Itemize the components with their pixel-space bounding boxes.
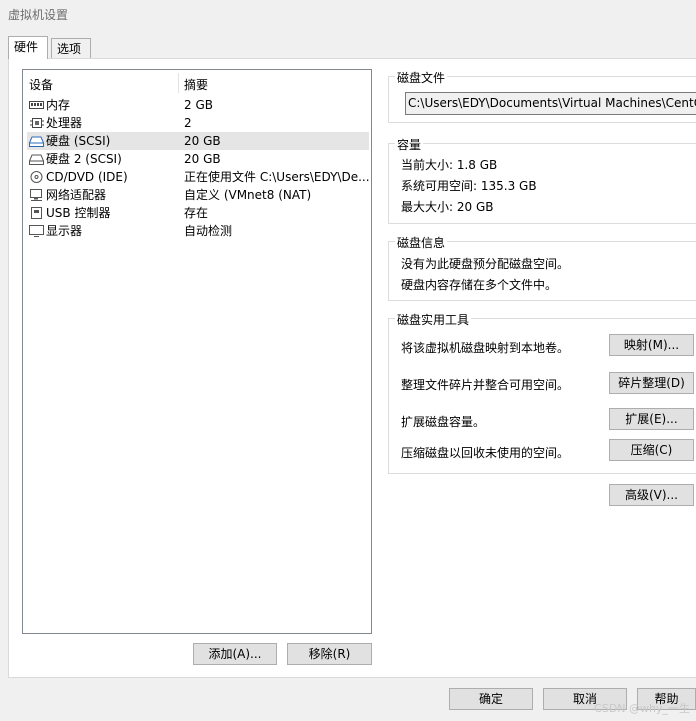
expand-button[interactable]: 扩展(E)... <box>609 408 694 430</box>
network-adapter-icon <box>30 189 42 201</box>
disk-info-group: 磁盘信息 没有为此硬盘预分配磁盘空间。 硬盘内容存储在多个文件中。 <box>388 234 696 301</box>
defrag-description: 整理文件碎片并整合可用空间。 <box>401 378 570 392</box>
device-row-memory[interactable]: 内存 2 GB <box>27 96 369 114</box>
capacity-label: 容量 <box>395 136 424 153</box>
hard-disk-icon <box>29 136 44 147</box>
column-header-summary[interactable]: 摘要 <box>184 76 208 93</box>
device-row-usb-controller[interactable]: USB 控制器 存在 <box>27 204 369 222</box>
device-row-hard-disk-scsi[interactable]: 硬盘 (SCSI) 20 GB <box>27 132 369 150</box>
device-summary: 2 GB <box>184 98 213 112</box>
storage-mode-text: 硬盘内容存储在多个文件中。 <box>401 278 558 292</box>
available-space-text: 系统可用空间: 135.3 GB <box>401 179 537 193</box>
column-header-device[interactable]: 设备 <box>29 76 53 93</box>
capacity-group: 容量 当前大小: 1.8 GB 系统可用空间: 135.3 GB 最大大小: 2… <box>388 136 696 224</box>
device-summary: 自定义 (VMnet8 (NAT) <box>184 188 312 202</box>
expand-description: 扩展磁盘容量。 <box>401 415 486 429</box>
processor-icon <box>30 118 44 128</box>
display-icon <box>29 225 44 237</box>
device-row-display[interactable]: 显示器 自动检测 <box>27 222 369 240</box>
disk-file-group: 磁盘文件 C:\Users\EDY\Documents\Virtual Mach… <box>388 69 696 123</box>
disk-info-label: 磁盘信息 <box>395 234 448 251</box>
device-name: CD/DVD (IDE) <box>46 170 128 184</box>
device-row-network-adapter[interactable]: 网络适配器 自定义 (VMnet8 (NAT) <box>27 186 369 204</box>
tab-options[interactable]: 选项 <box>51 38 91 58</box>
compact-description: 压缩磁盘以回收未使用的空间。 <box>401 446 570 460</box>
map-button[interactable]: 映射(M)... <box>609 334 694 356</box>
tab-hardware[interactable]: 硬件 <box>8 36 48 59</box>
device-row-cd-dvd[interactable]: CD/DVD (IDE) 正在使用文件 C:\Users\EDY\De... <box>27 168 369 186</box>
max-size-text: 最大大小: 20 GB <box>401 200 494 214</box>
watermark-text: CSDN @why_一生 <box>594 702 690 715</box>
cd-dvd-icon <box>30 171 43 183</box>
column-divider[interactable] <box>178 73 179 93</box>
device-name: 内存 <box>46 98 71 112</box>
device-summary: 存在 <box>184 206 209 220</box>
device-name: 硬盘 2 (SCSI) <box>46 152 122 166</box>
current-size-text: 当前大小: 1.8 GB <box>401 158 498 172</box>
device-name: 处理器 <box>46 116 83 130</box>
disk-file-path-field[interactable]: C:\Users\EDY\Documents\Virtual Machines\… <box>405 92 696 115</box>
usb-controller-icon <box>31 207 42 219</box>
window-title: 虚拟机设置 <box>8 8 69 22</box>
ok-button[interactable]: 确定 <box>449 688 533 710</box>
hard-disk-icon <box>29 154 44 165</box>
device-summary: 20 GB <box>184 134 221 148</box>
device-name: 显示器 <box>46 224 83 238</box>
disk-file-label: 磁盘文件 <box>395 69 448 86</box>
device-name: 网络适配器 <box>46 188 107 202</box>
disk-utilities-label: 磁盘实用工具 <box>395 311 472 328</box>
device-row-processor[interactable]: 处理器 2 <box>27 114 369 132</box>
add-device-button[interactable]: 添加(A)... <box>193 643 277 665</box>
memory-icon <box>29 101 44 109</box>
preallocation-text: 没有为此硬盘预分配磁盘空间。 <box>401 257 570 271</box>
device-name: USB 控制器 <box>46 206 111 220</box>
device-summary: 20 GB <box>184 152 221 166</box>
device-name: 硬盘 (SCSI) <box>46 134 111 148</box>
compact-button[interactable]: 压缩(C) <box>609 439 694 461</box>
device-summary: 正在使用文件 C:\Users\EDY\De... <box>184 170 369 184</box>
defragment-button[interactable]: 碎片整理(D) <box>609 372 694 394</box>
map-description: 将该虚拟机磁盘映射到本地卷。 <box>401 341 570 355</box>
advanced-button[interactable]: 高级(V)... <box>609 484 694 506</box>
device-summary: 自动检测 <box>184 224 233 238</box>
device-summary: 2 <box>184 116 192 130</box>
device-list[interactable]: 设备 摘要 内存 2 GB 处理器 2 硬盘 (SCSI) 20 GB 硬盘 2… <box>22 69 372 634</box>
remove-device-button[interactable]: 移除(R) <box>287 643 372 665</box>
device-row-hard-disk-2-scsi[interactable]: 硬盘 2 (SCSI) 20 GB <box>27 150 369 168</box>
